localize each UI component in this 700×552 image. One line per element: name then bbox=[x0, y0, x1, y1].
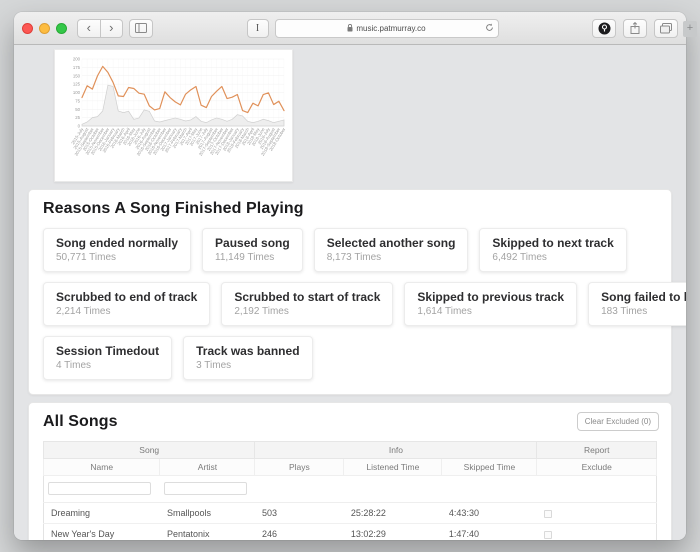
column-header-listened-time[interactable]: Listened Time bbox=[344, 459, 442, 476]
song-name: Dreaming bbox=[44, 503, 160, 524]
artist-filter-input[interactable] bbox=[164, 482, 247, 495]
address-bar[interactable]: music.patmurray.co bbox=[275, 19, 499, 38]
reason-card: Scrubbed to start of track 2,192 Times bbox=[221, 282, 393, 326]
reason-label: Song ended normally bbox=[56, 236, 178, 250]
reason-label: Scrubbed to start of track bbox=[234, 290, 380, 304]
browser-window: ‹ › I music.patmurray.co bbox=[14, 12, 686, 540]
svg-text:150: 150 bbox=[73, 73, 81, 78]
url-text: music.patmurray.co bbox=[356, 24, 425, 33]
reason-card: Skipped to previous track 1,614 Times bbox=[404, 282, 577, 326]
reason-card: Session Timedout 4 Times bbox=[43, 336, 172, 380]
exclude-checkbox[interactable] bbox=[544, 531, 552, 539]
all-songs-panel: All Songs Clear Excluded (0) Song Info R… bbox=[28, 402, 672, 540]
reasons-title: Reasons A Song Finished Playing bbox=[43, 200, 657, 218]
exclude-checkbox[interactable] bbox=[544, 510, 552, 518]
svg-text:125: 125 bbox=[73, 82, 81, 87]
content-blocker-icon bbox=[598, 22, 611, 35]
back-button[interactable]: ‹ bbox=[77, 19, 101, 38]
reason-label: Song failed to load bbox=[601, 290, 686, 304]
group-header-info: Info bbox=[255, 442, 537, 459]
forward-button[interactable]: › bbox=[101, 19, 124, 38]
traffic-lights bbox=[22, 23, 67, 34]
all-songs-title: All Songs bbox=[43, 413, 657, 431]
reason-count: 50,771 Times bbox=[56, 252, 178, 263]
group-header-song: Song bbox=[44, 442, 255, 459]
reason-label: Skipped to next track bbox=[492, 236, 613, 250]
svg-text:100: 100 bbox=[73, 90, 81, 95]
column-header-exclude: Exclude bbox=[537, 459, 657, 476]
back-icon: ‹ bbox=[87, 21, 91, 34]
listening-history-chart: 02550751001251501752002015-July2015-Augu… bbox=[55, 50, 291, 180]
reason-count: 6,492 Times bbox=[492, 252, 613, 263]
reason-card: Song ended normally 50,771 Times bbox=[43, 228, 191, 272]
sidebar-button[interactable] bbox=[129, 19, 153, 38]
reason-count: 8,173 Times bbox=[327, 252, 456, 263]
song-row: New Year's Day Pentatonix 246 13:02:29 1… bbox=[44, 524, 657, 541]
column-header-name[interactable]: Name bbox=[44, 459, 160, 476]
column-header-skipped-time[interactable]: Skipped Time bbox=[442, 459, 537, 476]
sidebar-icon bbox=[135, 23, 147, 33]
reason-count: 4 Times bbox=[56, 360, 159, 371]
song-artist: Pentatonix bbox=[160, 524, 255, 541]
page-content: 02550751001251501752002015-July2015-Augu… bbox=[14, 45, 686, 540]
listening-history-chart-card: 02550751001251501752002015-July2015-Augu… bbox=[54, 49, 293, 182]
song-skipped: 1:47:40 bbox=[442, 524, 537, 541]
tab-overview-icon bbox=[660, 23, 672, 34]
reason-label: Scrubbed to end of track bbox=[56, 290, 197, 304]
reason-count: 3 Times bbox=[196, 360, 299, 371]
tab-overview-button[interactable] bbox=[654, 19, 678, 38]
svg-text:25: 25 bbox=[75, 115, 80, 120]
reason-label: Track was banned bbox=[196, 344, 299, 358]
reason-label: Selected another song bbox=[327, 236, 456, 250]
reason-count: 1,614 Times bbox=[417, 306, 564, 317]
reason-card: Track was banned 3 Times bbox=[183, 336, 312, 380]
song-plays: 503 bbox=[255, 503, 344, 524]
song-listened: 25:28:22 bbox=[344, 503, 442, 524]
reasons-panel: Reasons A Song Finished Playing Song end… bbox=[28, 189, 672, 395]
svg-text:200: 200 bbox=[73, 57, 81, 62]
svg-text:50: 50 bbox=[75, 107, 80, 112]
refresh-button[interactable] bbox=[485, 23, 494, 32]
reason-card: Song failed to load 183 Times bbox=[588, 282, 686, 326]
lock-icon bbox=[347, 24, 353, 32]
reason-card: Scrubbed to end of track 2,214 Times bbox=[43, 282, 210, 326]
reason-count: 11,149 Times bbox=[215, 252, 290, 263]
new-tab-button[interactable]: + bbox=[683, 21, 697, 37]
content-blocker-extension-button[interactable] bbox=[592, 19, 616, 38]
share-button[interactable] bbox=[623, 19, 647, 38]
reason-label: Skipped to previous track bbox=[417, 290, 564, 304]
reason-count: 2,192 Times bbox=[234, 306, 380, 317]
share-icon bbox=[630, 22, 640, 34]
minimize-window-button[interactable] bbox=[39, 23, 50, 34]
song-plays: 246 bbox=[255, 524, 344, 541]
songs-table: Song Info Report Name Artist Plays Liste… bbox=[43, 441, 657, 540]
svg-text:175: 175 bbox=[73, 65, 81, 70]
close-window-button[interactable] bbox=[22, 23, 33, 34]
forward-icon: › bbox=[109, 21, 113, 34]
reason-card: Skipped to next track 6,492 Times bbox=[479, 228, 626, 272]
browser-toolbar: ‹ › I music.patmurray.co bbox=[14, 12, 686, 45]
reason-count: 183 Times bbox=[601, 306, 686, 317]
reason-card: Selected another song 8,173 Times bbox=[314, 228, 469, 272]
extension-i-button[interactable]: I bbox=[247, 19, 269, 38]
reason-count: 2,214 Times bbox=[56, 306, 197, 317]
song-skipped: 4:43:30 bbox=[442, 503, 537, 524]
zoom-window-button[interactable] bbox=[56, 23, 67, 34]
group-header-report: Report bbox=[537, 442, 657, 459]
song-listened: 13:02:29 bbox=[344, 524, 442, 541]
svg-text:75: 75 bbox=[75, 98, 80, 103]
reason-label: Paused song bbox=[215, 236, 290, 250]
song-name: New Year's Day bbox=[44, 524, 160, 541]
name-filter-input[interactable] bbox=[48, 482, 151, 495]
refresh-icon bbox=[485, 23, 494, 32]
song-artist: Smallpools bbox=[160, 503, 255, 524]
reason-card: Paused song 11,149 Times bbox=[202, 228, 303, 272]
reason-label: Session Timedout bbox=[56, 344, 159, 358]
column-header-plays[interactable]: Plays bbox=[255, 459, 344, 476]
song-row: Dreaming Smallpools 503 25:28:22 4:43:30 bbox=[44, 503, 657, 524]
column-header-artist[interactable]: Artist bbox=[160, 459, 255, 476]
clear-excluded-button[interactable]: Clear Excluded (0) bbox=[577, 412, 659, 431]
